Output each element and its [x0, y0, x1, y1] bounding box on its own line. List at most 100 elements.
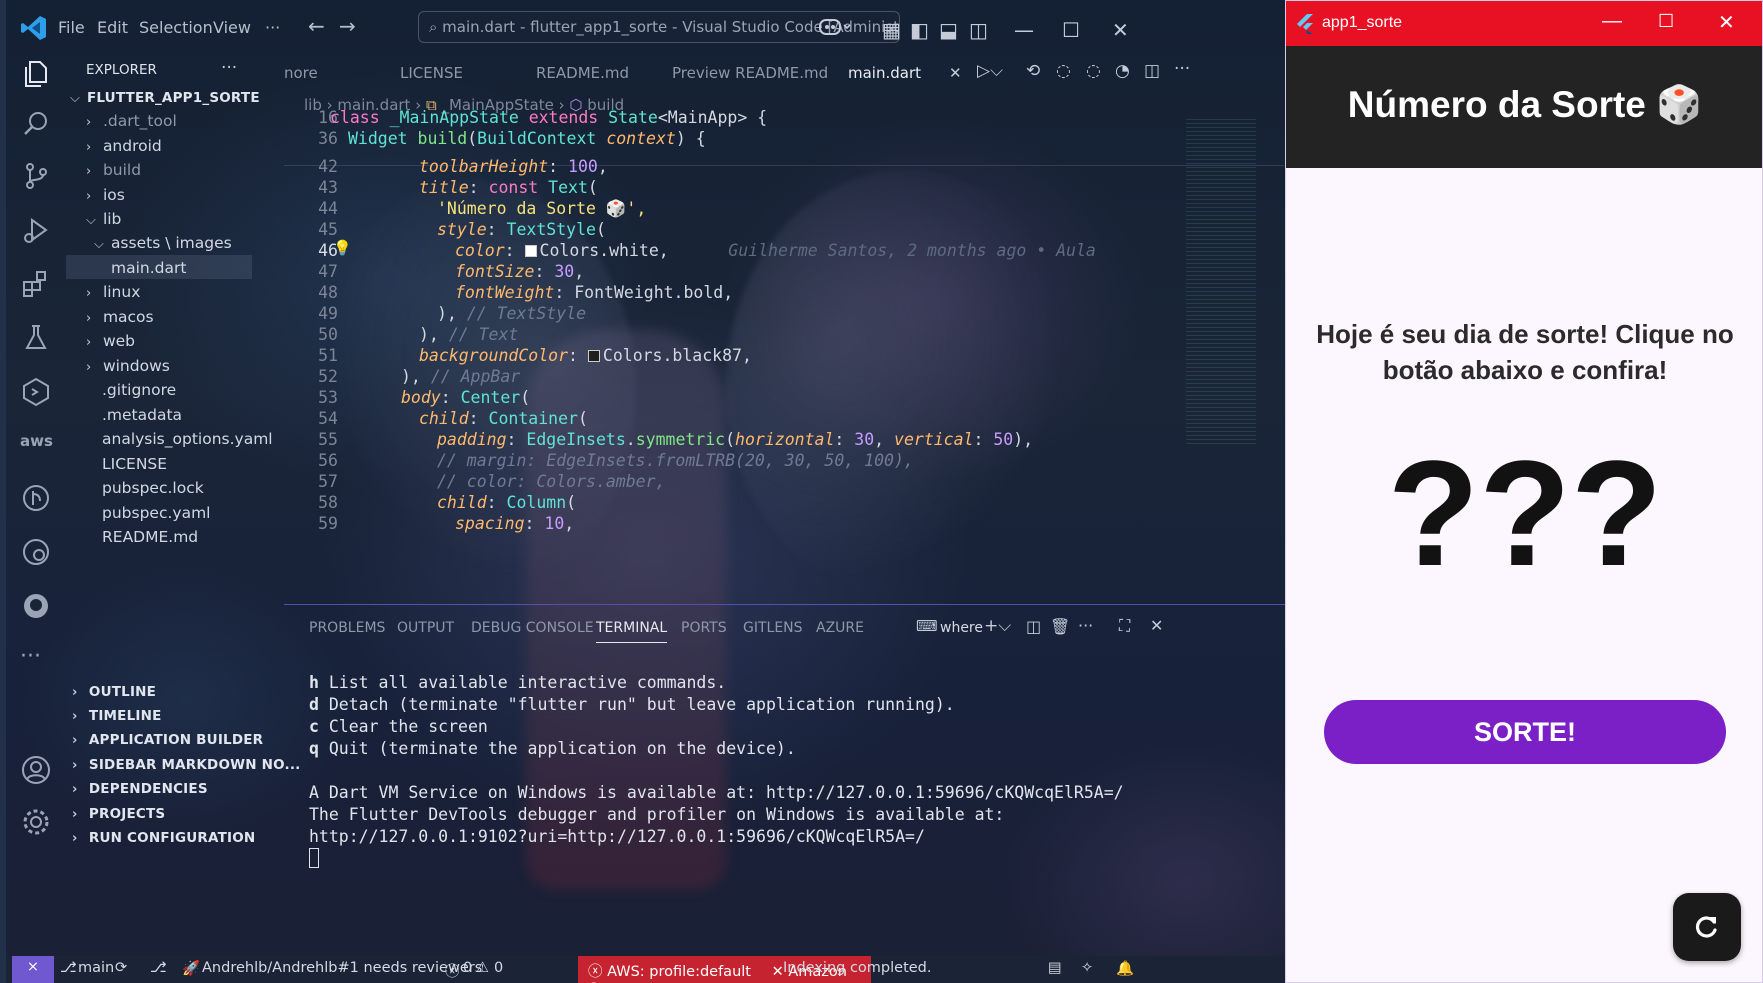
toggle-panel-icon[interactable]: ⬓ — [939, 18, 958, 42]
section-outline[interactable]: › OUTLINE — [72, 684, 156, 710]
panel-divider[interactable] — [284, 604, 1285, 605]
editor-more-icon[interactable]: ··· — [1174, 59, 1190, 79]
tab-terminal[interactable]: TERMINAL — [596, 620, 668, 643]
testing-icon[interactable] — [20, 322, 52, 354]
gitlens-inspect-icon[interactable] — [20, 536, 52, 568]
toggle-sidebar-icon[interactable]: ◧ — [910, 18, 929, 42]
new-terminal-icon[interactable]: +⌵ — [984, 616, 1011, 636]
pull-request-status[interactable]: Andrehlb/Andrehlb#1 needs reviewers — [202, 960, 482, 976]
terminal-name[interactable]: where — [940, 620, 983, 636]
menu-edit[interactable]: Edit — [97, 18, 128, 37]
code-editor[interactable]: 16 36 42 43 44 45 46 47 48 49 50 51 52 5… — [284, 108, 1284, 606]
lightbulb-icon[interactable]: 💡 — [333, 239, 352, 257]
explorer-icon[interactable] — [20, 58, 52, 90]
tab-main-dart[interactable]: main.dart — [848, 64, 921, 82]
branch-name[interactable]: main — [78, 960, 114, 976]
copilot-status-icon[interactable]: ✧ — [1081, 960, 1093, 976]
tree-item-dart-tool[interactable]: › .dart_tool — [86, 112, 177, 138]
split-terminal-icon[interactable]: ◫ — [1026, 617, 1041, 636]
menu-more[interactable]: ··· — [265, 18, 280, 37]
close-tab-icon[interactable]: ✕ — [949, 64, 962, 82]
tree-item-gitignore[interactable]: .gitignore — [102, 381, 176, 407]
copilot-icon[interactable] — [818, 16, 852, 38]
close-panel-icon[interactable]: ✕ — [1150, 616, 1163, 635]
tree-item-lib[interactable]: ⌵ lib — [86, 210, 121, 236]
tab-debug-console[interactable]: DEBUG CONSOLE — [471, 620, 594, 636]
tree-item-analysis-options[interactable]: analysis_options.yaml — [102, 430, 273, 456]
color-swatch[interactable] — [587, 350, 600, 362]
minimize-icon[interactable]: — — [1014, 18, 1034, 42]
toggle-secondary-sidebar-icon[interactable]: ◫ — [969, 18, 988, 42]
minimap[interactable] — [1186, 116, 1256, 446]
error-count[interactable]: 0 — [463, 960, 472, 976]
sync-icon[interactable]: ⟳ — [115, 960, 127, 976]
tab-readme[interactable]: README.md — [536, 64, 629, 82]
tab-output[interactable]: OUTPUT — [397, 620, 454, 636]
tab-gitlens[interactable]: GITLENS — [743, 620, 803, 636]
open-changes-icon[interactable]: ⟲ — [1026, 61, 1040, 81]
maximize-panel-icon[interactable]: ⛶ — [1119, 616, 1130, 636]
warning-count[interactable]: 0 — [494, 960, 503, 976]
close-icon[interactable]: ✕ — [1112, 18, 1129, 42]
run-icon[interactable]: ▷⌵ — [977, 61, 1003, 81]
close-icon[interactable]: ✕ — [1718, 10, 1735, 35]
tab-azure[interactable]: AZURE — [816, 620, 864, 636]
section-projects[interactable]: › PROJECTS — [72, 806, 165, 832]
panel-more-icon[interactable]: ··· — [1078, 616, 1093, 635]
github-icon[interactable] — [20, 590, 52, 622]
split-editor-icon[interactable]: ◫ — [1144, 61, 1160, 81]
remote-explorer-icon[interactable] — [20, 376, 52, 408]
layout-status-icon[interactable]: ▤ — [1048, 960, 1062, 976]
gitlens-status-icon[interactable]: ⎇ — [150, 960, 167, 976]
gitlens-blame-icon[interactable]: ◔ — [1115, 61, 1130, 81]
tab-nore[interactable]: nore — [284, 64, 318, 82]
tab-problems[interactable]: PROBLEMS — [309, 620, 385, 636]
tree-item-pubspec-yaml[interactable]: pubspec.yaml — [102, 504, 210, 530]
menu-view[interactable]: View — [213, 18, 251, 37]
aws-icon[interactable]: aws — [20, 432, 53, 464]
tree-item-build[interactable]: › build — [86, 161, 141, 187]
notifications-bell-icon[interactable]: 🔔 — [1116, 960, 1134, 977]
customize-layout-icon[interactable]: ▦ — [882, 18, 901, 42]
more-icon[interactable]: ··· — [20, 644, 52, 676]
sorte-button[interactable]: SORTE! — [1324, 700, 1726, 764]
maximize-icon[interactable]: ☐ — [1658, 11, 1674, 32]
explorer-more-button[interactable]: ··· — [221, 58, 237, 84]
settings-gear-icon[interactable] — [20, 806, 52, 838]
section-run-configuration[interactable]: › RUN CONFIGURATION — [72, 830, 255, 856]
tree-item-pubspec-lock[interactable]: pubspec.lock — [102, 479, 204, 505]
search-icon[interactable] — [20, 108, 52, 140]
reset-fab-button[interactable] — [1673, 893, 1741, 961]
color-swatch[interactable] — [524, 245, 537, 257]
maximize-icon[interactable]: ☐ — [1062, 18, 1080, 42]
menu-selection[interactable]: Selection — [139, 18, 213, 37]
account-icon[interactable] — [20, 754, 52, 786]
tab-ports[interactable]: PORTS — [681, 620, 727, 636]
source-control-icon[interactable] — [20, 160, 52, 192]
tree-item-license[interactable]: LICENSE — [102, 455, 167, 481]
tree-item-android[interactable]: › android — [86, 137, 162, 163]
section-sidebar-markdown[interactable]: › SIDEBAR MARKDOWN NO... — [72, 757, 301, 783]
section-dependencies[interactable]: › DEPENDENCIES — [72, 781, 208, 807]
tree-item-readme[interactable]: README.md — [102, 528, 198, 554]
tree-item-ios[interactable]: › ios — [86, 186, 125, 212]
remote-indicator[interactable]: ⨯ — [12, 956, 54, 983]
tree-item-web[interactable]: › web — [86, 332, 135, 358]
tree-item-linux[interactable]: › linux — [86, 283, 140, 309]
tree-item-macos[interactable]: › macos — [86, 308, 154, 334]
minimize-icon[interactable]: — — [1602, 10, 1622, 33]
tab-license[interactable]: LICENSE — [400, 64, 463, 82]
previous-change-icon[interactable]: ◌ — [1056, 61, 1071, 81]
tab-preview-readme[interactable]: Preview README.md — [672, 64, 828, 82]
tree-item-main-dart[interactable]: main.dart — [111, 259, 186, 285]
section-timeline[interactable]: › TIMELINE — [72, 708, 162, 734]
section-application-builder[interactable]: › APPLICATION BUILDER — [72, 732, 263, 758]
terminal-output[interactable]: h List all available interactive command… — [309, 672, 1124, 870]
next-change-icon[interactable]: ◌ — [1086, 61, 1101, 81]
back-arrow-icon[interactable]: ← — [308, 14, 325, 38]
tree-item-metadata[interactable]: .metadata — [102, 406, 182, 432]
trash-icon[interactable]: 🗑 — [1050, 617, 1070, 636]
tree-item-windows[interactable]: › windows — [86, 357, 170, 383]
project-root[interactable]: ⌵ FLUTTER_APP1_SORTE — [70, 88, 260, 114]
extensions-icon[interactable] — [20, 268, 52, 300]
